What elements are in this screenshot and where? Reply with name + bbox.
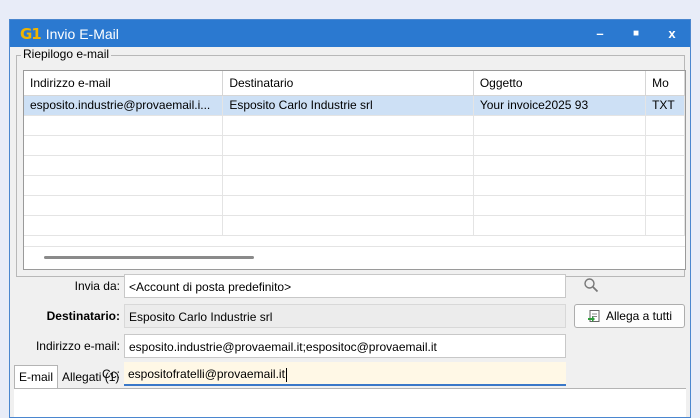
magnifier-icon <box>584 278 599 293</box>
email-summary-grid[interactable]: Indirizzo e-mail Destinatario Oggetto Mo… <box>23 70 686 270</box>
grid-header: Indirizzo e-mail Destinatario Oggetto Mo <box>24 71 685 96</box>
email-summary-group: Riepilogo e-mail Indirizzo e-mail Destin… <box>16 47 686 277</box>
email-summary-legend: Riepilogo e-mail <box>21 47 112 61</box>
cell-mode: TXT <box>646 96 685 115</box>
send-from-label: Invia da: <box>74 279 120 293</box>
attach-to-all-button[interactable]: Allega a tutti <box>574 304 685 328</box>
email-address-row: Indirizzo e-mail: esposito.industrie@pro… <box>10 334 566 358</box>
recipient-field: Esposito Carlo Industrie srl <box>124 304 566 328</box>
email-send-window: G1 Invio E-Mail – ■ x Riepilogo e-mail I… <box>9 19 691 418</box>
scrollbar-thumb[interactable] <box>44 256 254 259</box>
recipient-row: Destinatario: Esposito Carlo Industrie s… <box>10 304 566 328</box>
column-header-subject[interactable]: Oggetto <box>474 71 647 95</box>
empty-row <box>24 136 685 156</box>
attach-document-icon <box>587 310 600 322</box>
column-header-email-address[interactable]: Indirizzo e-mail <box>24 71 224 95</box>
title-bar[interactable]: G1 Invio E-Mail – ■ x <box>10 20 690 47</box>
empty-row <box>24 216 685 236</box>
email-address-field[interactable]: esposito.industrie@provaemail.it;esposit… <box>124 334 566 358</box>
email-address-label: Indirizzo e-mail: <box>35 339 120 353</box>
tab-attachments[interactable]: Allegati (1) <box>58 367 123 388</box>
tab-email[interactable]: E-mail <box>14 365 59 388</box>
table-row[interactable]: esposito.industrie@provaemail.i... Espos… <box>24 96 685 116</box>
empty-row <box>24 176 685 196</box>
cell-subject: Your invoice2025 93 <box>474 96 647 115</box>
send-from-field[interactable]: <Account di posta predefinito> <box>124 274 566 298</box>
cc-value: espositofratelli@provaemail.it <box>128 367 285 381</box>
cell-recipient: Esposito Carlo Industrie srl <box>223 96 474 115</box>
tab-content <box>14 389 686 417</box>
recipient-label: Destinatario: <box>46 309 120 323</box>
tab-strip: E-mail Allegati (1) <box>14 365 123 388</box>
app-logo-icon: G1 <box>20 24 42 43</box>
column-header-mode[interactable]: Mo <box>646 71 685 95</box>
window-title: Invio E-Mail <box>45 25 119 42</box>
close-button[interactable]: x <box>654 20 690 47</box>
empty-row <box>24 196 685 216</box>
text-caret <box>285 367 287 382</box>
empty-row <box>24 116 685 136</box>
minimize-button[interactable]: – <box>582 20 618 47</box>
cell-email-address: esposito.industrie@provaemail.i... <box>24 96 224 115</box>
maximize-button[interactable]: ■ <box>618 20 654 47</box>
attach-to-all-label: Allega a tutti <box>605 309 673 323</box>
send-from-row: Invia da: <Account di posta predefinito> <box>10 274 566 298</box>
search-account-button[interactable] <box>580 274 602 296</box>
horizontal-scrollbar[interactable] <box>24 246 685 269</box>
column-header-recipient[interactable]: Destinatario <box>223 71 474 95</box>
empty-row <box>24 156 685 176</box>
cc-field[interactable]: espositofratelli@provaemail.it <box>124 362 566 386</box>
